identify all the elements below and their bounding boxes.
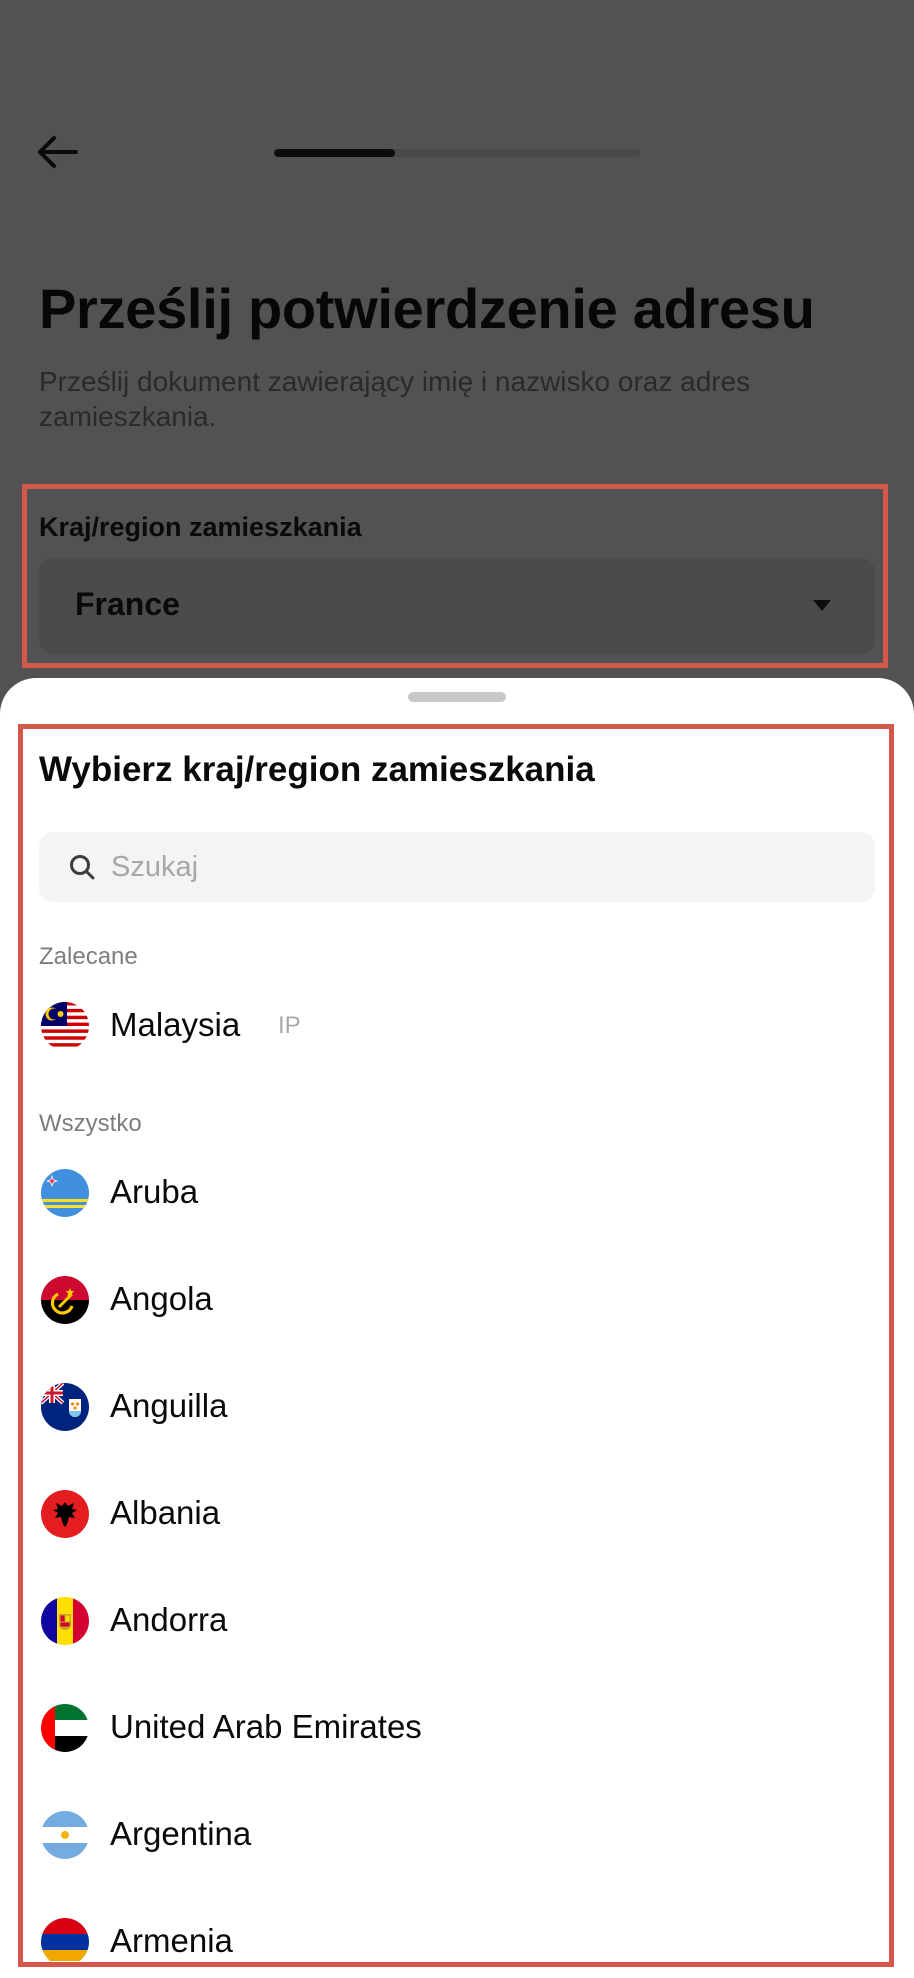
country-item-malaysia[interactable]: Malaysia IP bbox=[39, 986, 875, 1066]
flag-andorra-icon bbox=[41, 1597, 89, 1645]
flag-albania-icon bbox=[41, 1490, 89, 1538]
country-item-angola[interactable]: Angola bbox=[39, 1260, 875, 1340]
page-subtitle: Prześlij dokument zawierający imię i naz… bbox=[39, 366, 751, 432]
flag-anguilla-icon bbox=[41, 1383, 89, 1431]
country-name: Argentina bbox=[110, 1815, 252, 1852]
flag-malaysia-icon bbox=[41, 1002, 89, 1050]
country-name: United Arab Emirates bbox=[110, 1708, 422, 1745]
country-name: Angola bbox=[110, 1280, 213, 1317]
search-icon bbox=[70, 855, 95, 880]
country-item-anguilla[interactable]: Anguilla bbox=[39, 1367, 875, 1447]
ip-badge: IP bbox=[278, 1012, 301, 1039]
flag-uae-icon bbox=[41, 1704, 89, 1752]
progress-bar-fill bbox=[274, 149, 395, 157]
sheet-content: Wybierz kraj/region zamieszkania Zalecan… bbox=[0, 678, 914, 1961]
sheet-drag-handle[interactable] bbox=[408, 692, 506, 702]
flag-argentina-icon bbox=[41, 1811, 89, 1859]
flag-armenia-icon bbox=[41, 1918, 89, 1961]
country-item-united-arab-emirates[interactable]: United Arab Emirates bbox=[39, 1688, 875, 1768]
page-title: Prześlij potwierdzenie adresu bbox=[39, 277, 815, 340]
country-item-argentina[interactable]: Argentina bbox=[39, 1795, 875, 1875]
country-name: Aruba bbox=[110, 1173, 199, 1210]
country-name: Albania bbox=[110, 1494, 221, 1531]
section-label-all: Wszystko bbox=[39, 1110, 142, 1137]
flag-angola-icon bbox=[41, 1276, 89, 1324]
back-button[interactable] bbox=[36, 132, 86, 172]
country-name: Armenia bbox=[110, 1922, 233, 1959]
country-item-andorra[interactable]: Andorra bbox=[39, 1581, 875, 1661]
search-input[interactable] bbox=[111, 832, 851, 902]
progress-bar bbox=[274, 149, 640, 157]
country-name: Andorra bbox=[110, 1601, 228, 1638]
country-item-aruba[interactable]: Aruba bbox=[39, 1153, 875, 1233]
sheet-title: Wybierz kraj/region zamieszkania bbox=[39, 750, 595, 789]
search-box[interactable] bbox=[39, 832, 875, 902]
country-name: Malaysia bbox=[110, 1006, 241, 1043]
country-item-armenia[interactable]: Armenia bbox=[39, 1902, 875, 1961]
country-picker-sheet: Wybierz kraj/region zamieszkania Zalecan… bbox=[0, 678, 914, 1978]
country-item-albania[interactable]: Albania bbox=[39, 1474, 875, 1554]
section-label-recommended: Zalecane bbox=[39, 943, 138, 970]
country-field-highlight bbox=[22, 484, 888, 668]
flag-aruba-icon bbox=[41, 1169, 89, 1217]
arrow-left-icon bbox=[38, 136, 78, 168]
country-name: Anguilla bbox=[110, 1387, 228, 1424]
